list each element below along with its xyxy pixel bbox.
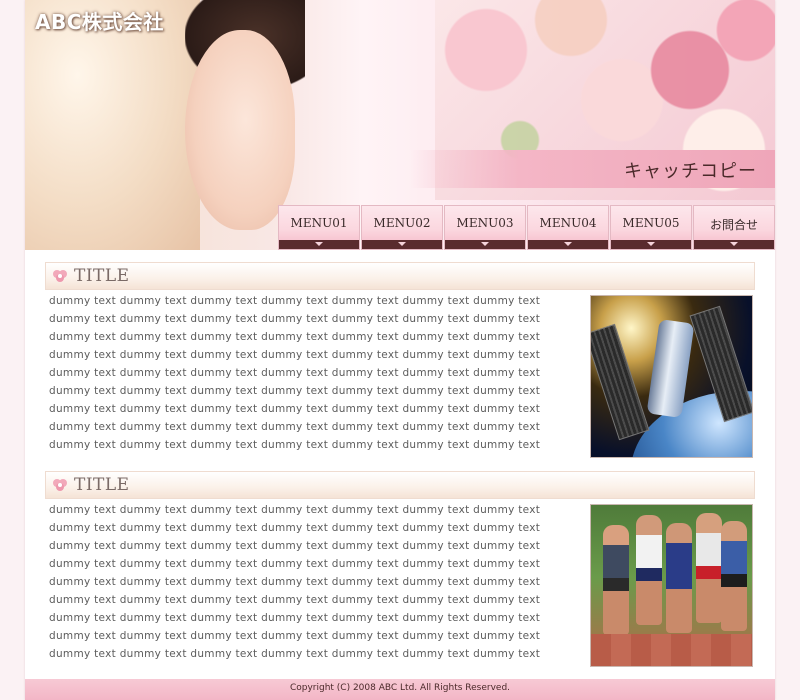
nav-item-bar	[528, 240, 608, 249]
footer: Copyright (C) 2008 ABC Ltd. All Rights R…	[25, 679, 775, 700]
section-title-bar: TITLE	[45, 471, 755, 499]
text-line: dummy text dummy text dummy text dummy t…	[49, 630, 541, 642]
text-line: dummy text dummy text dummy text dummy t…	[49, 439, 541, 451]
solar-panel-shape	[591, 323, 650, 441]
section-title: TITLE	[74, 475, 130, 495]
section-body-text: dummy text dummy text dummy text dummy t…	[49, 501, 544, 663]
space-telescope-photo	[590, 295, 753, 458]
nav-item-menu03[interactable]: MENU03	[444, 205, 526, 250]
nav-item-menu01[interactable]: MENU01	[278, 205, 360, 250]
text-line: dummy text dummy text dummy text dummy t…	[49, 367, 541, 379]
main-nav: MENU01 MENU02 MENU03 MENU04 MENU05 お問合せ	[278, 205, 775, 250]
catch-copy-band: キャッチコピー	[410, 150, 775, 188]
nav-item-label: MENU01	[290, 216, 348, 230]
section-title: TITLE	[74, 266, 130, 286]
triangle-down-icon	[398, 242, 406, 246]
running-track-shape	[591, 634, 752, 666]
nav-item-bar	[445, 240, 525, 249]
text-line: dummy text dummy text dummy text dummy t…	[49, 522, 541, 534]
section-body-text: dummy text dummy text dummy text dummy t…	[49, 292, 544, 454]
flower-icon	[53, 479, 67, 491]
triangle-down-icon	[730, 242, 738, 246]
nav-item-bar	[611, 240, 691, 249]
bride-veil-image	[25, 0, 200, 250]
content-section: TITLE dummy text dummy text dummy text d…	[45, 262, 755, 458]
text-line: dummy text dummy text dummy text dummy t…	[49, 612, 541, 624]
nav-item-label: お問合せ	[709, 218, 758, 232]
nav-item-menu04[interactable]: MENU04	[527, 205, 609, 250]
flower-icon	[53, 270, 67, 282]
nav-item-bar	[279, 240, 359, 249]
text-line: dummy text dummy text dummy text dummy t…	[49, 349, 541, 361]
section-title-bar: TITLE	[45, 262, 755, 290]
sprinters-photo	[590, 504, 753, 667]
nav-item-menu02[interactable]: MENU02	[361, 205, 443, 250]
text-line: dummy text dummy text dummy text dummy t…	[49, 331, 541, 343]
text-line: dummy text dummy text dummy text dummy t…	[49, 576, 541, 588]
text-line: dummy text dummy text dummy text dummy t…	[49, 558, 541, 570]
text-line: dummy text dummy text dummy text dummy t…	[49, 421, 541, 433]
text-line: dummy text dummy text dummy text dummy t…	[49, 540, 541, 552]
text-line: dummy text dummy text dummy text dummy t…	[49, 403, 541, 415]
nav-item-menu05[interactable]: MENU05	[610, 205, 692, 250]
text-line: dummy text dummy text dummy text dummy t…	[49, 385, 541, 397]
company-logo[interactable]: ABC株式会社	[35, 6, 164, 35]
text-line: dummy text dummy text dummy text dummy t…	[49, 313, 541, 325]
triangle-down-icon	[647, 242, 655, 246]
runner-shape	[666, 523, 692, 633]
triangle-down-icon	[315, 242, 323, 246]
text-line: dummy text dummy text dummy text dummy t…	[49, 648, 541, 660]
runner-shape	[721, 521, 747, 631]
page-container: ABC株式会社 キャッチコピー MENU01 MENU02 MENU03 MEN…	[25, 0, 775, 700]
nav-item-label: MENU04	[539, 216, 597, 230]
text-line: dummy text dummy text dummy text dummy t…	[49, 504, 541, 516]
runner-shape	[696, 513, 722, 623]
nav-item-contact[interactable]: お問合せ	[693, 205, 775, 250]
nav-item-bar	[694, 240, 774, 249]
catch-copy-text: キャッチコピー	[624, 161, 757, 182]
text-line: dummy text dummy text dummy text dummy t…	[49, 594, 541, 606]
runner-shape	[603, 525, 629, 635]
bride-face-image	[185, 30, 295, 230]
nav-item-label: MENU03	[456, 216, 514, 230]
nav-item-label: MENU05	[622, 216, 680, 230]
triangle-down-icon	[564, 242, 572, 246]
content-section: TITLE dummy text dummy text dummy text d…	[45, 471, 755, 667]
nav-item-bar	[362, 240, 442, 249]
header-banner: ABC株式会社 キャッチコピー MENU01 MENU02 MENU03 MEN…	[25, 0, 775, 250]
runner-shape	[636, 515, 662, 625]
text-line: dummy text dummy text dummy text dummy t…	[49, 295, 541, 307]
copyright-text: Copyright (C) 2008 ABC Ltd. All Rights R…	[289, 683, 511, 693]
triangle-down-icon	[481, 242, 489, 246]
nav-item-label: MENU02	[373, 216, 431, 230]
